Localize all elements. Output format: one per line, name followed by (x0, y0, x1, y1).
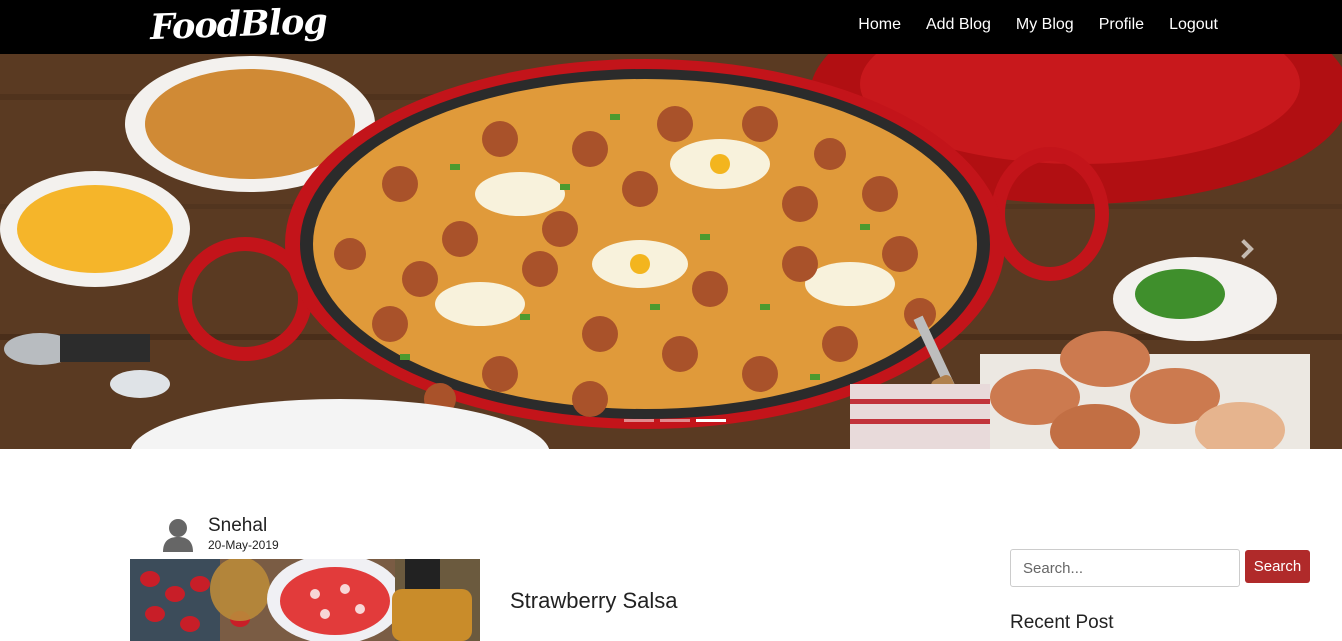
nav-my-blog-link[interactable]: My Blog (1016, 16, 1074, 34)
navbar: FoodBlog Home Add Blog My Blog Profile L… (0, 0, 1342, 54)
post-thumbnail[interactable] (130, 559, 480, 641)
brand-logo[interactable]: FoodBlog (149, 1, 327, 48)
recent-post-heading: Recent Post (1010, 612, 1114, 633)
strawberry-salsa-image (130, 559, 480, 641)
hero-food-image (0, 54, 1342, 449)
hero-carousel (0, 54, 1342, 449)
search-input[interactable] (1010, 549, 1240, 587)
post-title[interactable]: Strawberry Salsa (510, 588, 678, 614)
chevron-right-icon[interactable] (1234, 237, 1256, 263)
carousel-indicator[interactable] (660, 419, 690, 422)
search-button[interactable]: Search (1245, 550, 1310, 583)
nav-profile-link[interactable]: Profile (1099, 16, 1144, 34)
carousel-indicator-active[interactable] (696, 419, 726, 422)
user-icon (163, 519, 193, 552)
carousel-indicators (624, 419, 726, 422)
author-name: Snehal (208, 515, 268, 536)
nav-home-link[interactable]: Home (858, 16, 901, 34)
nav-logout-link[interactable]: Logout (1169, 16, 1218, 34)
nav-menu: Home Add Blog My Blog Profile Logout (858, 16, 1218, 34)
post-date: 20-May-2019 (208, 538, 279, 552)
carousel-indicator[interactable] (624, 419, 654, 422)
nav-add-blog-link[interactable]: Add Blog (926, 16, 991, 34)
